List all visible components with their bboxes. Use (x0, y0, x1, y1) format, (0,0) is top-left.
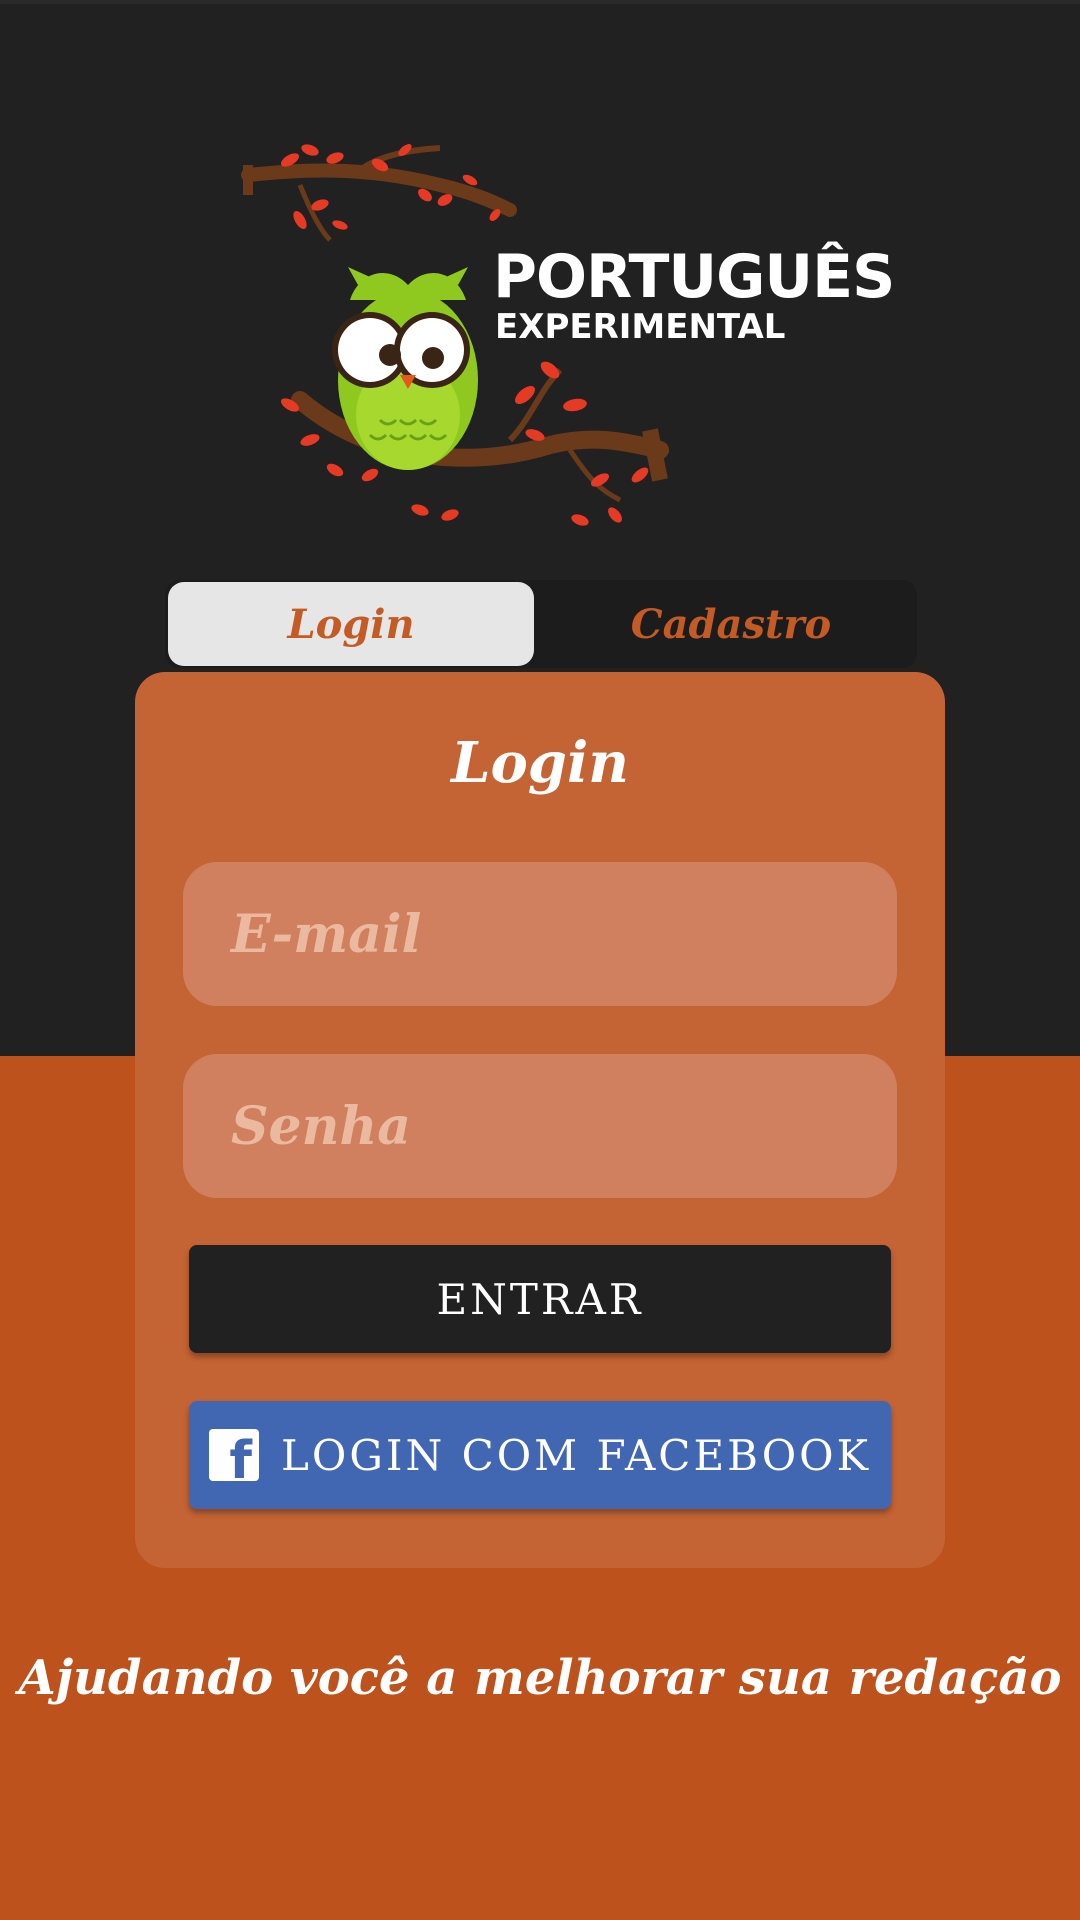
tab-login[interactable]: Login (168, 582, 534, 666)
auth-tabs: Login Cadastro (165, 580, 917, 668)
status-bar (0, 0, 1080, 4)
facebook-button-label: LOGIN COM FACEBOOK (281, 1430, 871, 1480)
email-input[interactable]: E-mail (183, 862, 897, 1006)
logo-title-line1: PORTUGUÊS (493, 242, 895, 312)
facebook-icon: f (209, 1429, 259, 1487)
login-card: Login E-mail Senha ENTRAR f LOGIN COM FA… (135, 672, 945, 1568)
card-title: Login (451, 730, 629, 796)
logo-title-line2: EXPERIMENTAL (495, 307, 786, 347)
tab-cadastro[interactable]: Cadastro (545, 580, 917, 668)
password-input[interactable]: Senha (183, 1054, 897, 1198)
facebook-login-button[interactable]: f LOGIN COM FACEBOOK (189, 1401, 891, 1509)
login-button-label: ENTRAR (436, 1274, 644, 1324)
login-button[interactable]: ENTRAR (189, 1245, 891, 1353)
tagline: Ajudando você a melhorar sua redação (18, 1650, 1062, 1706)
